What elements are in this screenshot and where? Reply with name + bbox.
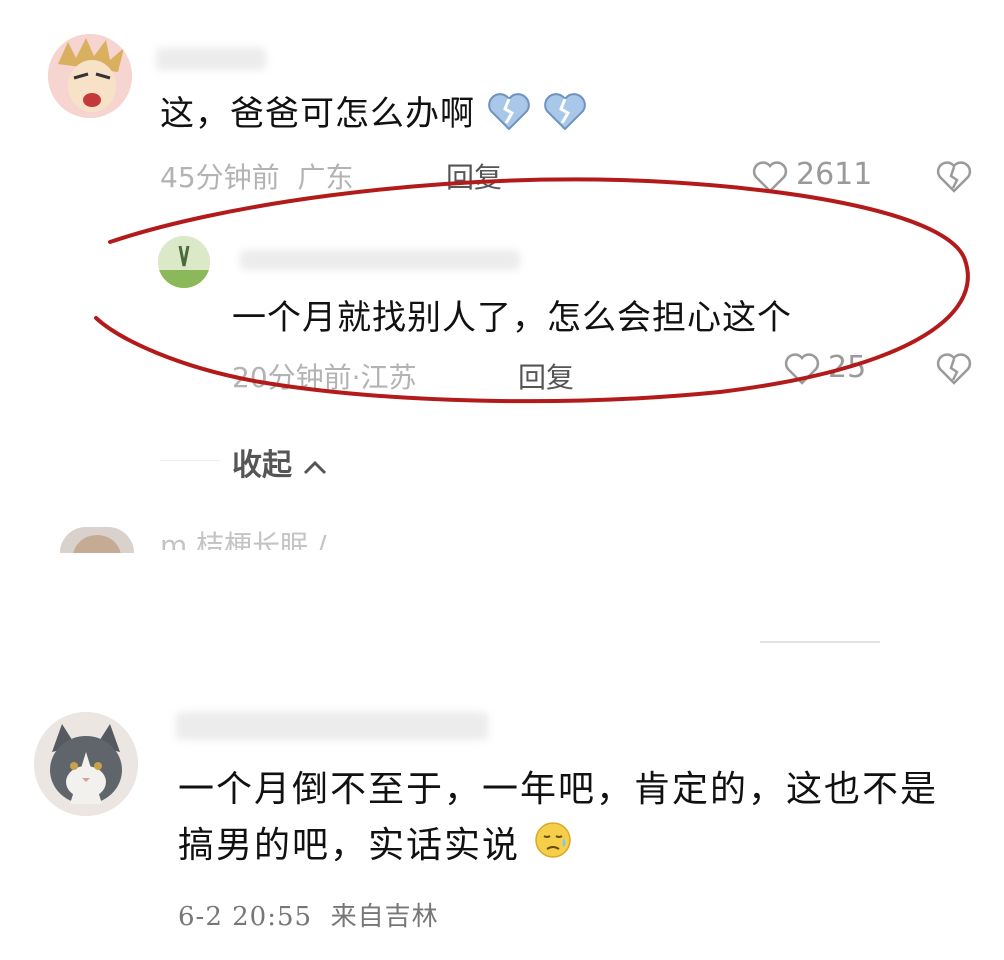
like-heart-icon[interactable] <box>784 352 820 390</box>
reply-button[interactable]: 回复 <box>518 356 574 396</box>
reply-username-blurred <box>240 250 520 270</box>
dislike-icon[interactable] <box>936 352 972 390</box>
comment-meta: 6-2 20:55 来自吉林 <box>178 902 439 932</box>
next-comment-username: m 桔梗长眠 / <box>160 529 327 550</box>
like-count: 2611 <box>796 157 873 192</box>
sweat-face-icon <box>533 820 573 877</box>
reply-text: 一个月就找别人了，怎么会担心这个 <box>232 298 792 338</box>
collapse-button[interactable]: 收起 <box>232 440 328 484</box>
username-blurred <box>176 712 488 740</box>
comment-text: 这，爸爸可怎么办啊 <box>160 86 587 140</box>
like-count: 25 <box>828 350 867 385</box>
like-heart-icon[interactable] <box>752 160 788 198</box>
broken-heart-icon <box>543 91 587 140</box>
reply-meta: 20分钟前·江苏 <box>232 361 417 394</box>
avatar-reply[interactable] <box>158 236 210 288</box>
reply-button[interactable]: 回复 <box>446 156 502 196</box>
divider <box>160 460 220 461</box>
avatar-cartoon[interactable] <box>48 34 132 118</box>
divider <box>760 641 880 643</box>
username-blurred <box>156 48 266 70</box>
comment-text: 一个月倒不至于，一年吧，肯定的，这也不是搞男的吧，实话实说 <box>178 762 938 877</box>
avatar-cat[interactable] <box>34 712 138 816</box>
dislike-icon[interactable] <box>936 160 972 198</box>
avatar-partial[interactable] <box>60 527 134 553</box>
chevron-up-icon <box>302 449 328 484</box>
broken-heart-icon <box>487 91 531 140</box>
comment-meta: 45分钟前 广东 <box>160 161 354 194</box>
